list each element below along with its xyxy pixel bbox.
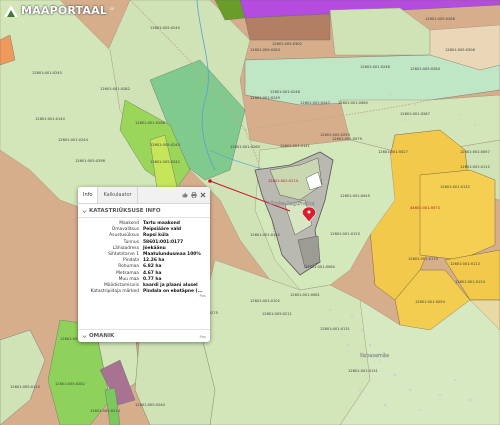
popup-tools [182,187,210,203]
parcel-label: 12601:001:0060 [305,265,336,269]
parcel-label: 12601:001:0287 [400,112,430,116]
parcel-label: 12601:001:0282 [100,87,130,91]
parcel-label: 12601:005:0243 [150,143,180,147]
popup-tabs: Info Kalkulaator [78,187,210,204]
parcel-label: 12601:005:0240 [135,403,166,407]
parcel-label: 12601:005:0284 [410,67,441,71]
parcel-info-popup: Info Kalkulaator KATASTRIÜKSUSE INFO Maa… [78,187,210,342]
parcel-label: 12601:005:0214 [90,409,121,413]
parcel-label: 12601:005:0302 [272,42,302,46]
parcel-label: 12601:001:0244 [58,138,89,142]
parcel-label: 12601:001:0248 [270,90,301,94]
parcel-label: 12601:001:0246 [360,65,391,69]
app-title: MAAPORTAAL [21,4,108,17]
parcel-label: 12601:001:0050 [415,300,446,304]
parcel-label: 12601:005:0298 [75,159,106,163]
parcel-label: 12601:001:0132 [440,185,470,189]
parcel-label: 12601:001:0124 [455,280,486,284]
chevron-down-icon [82,334,87,338]
parcel-label: 12601:001:0245 [32,71,62,75]
owner-section-title: OMANIK [89,333,115,339]
parcel-label: 12601:001:0027 [378,150,408,154]
parcel-label: 12601:001:0162 [250,233,280,237]
field-key: Katastripidaja märked [90,289,139,295]
parcel-label: 12601:001:0081 [290,293,320,297]
parcel-label: 12601:001:0249 [250,96,281,100]
thumbs-up-icon[interactable] [182,192,188,198]
parcel-label: 12601:001:0131 [320,327,350,331]
parcel-label: 12601:001:0141 [280,144,310,148]
parcel-label: 12601:001:0112 [460,165,490,169]
print-icon[interactable] [191,192,197,198]
parcel-label: 12601:005:0242 [150,160,180,164]
parcel-label: 12601:005:0211 [262,312,292,316]
cadastral-map[interactable]: Värske-Augumetsa Kebasemäe 44601:001:007… [0,0,500,425]
parcel-label: 12601:005:0306 [445,48,476,52]
parcel-label-highlight-2: 12601:001:0174 [268,179,299,183]
parcel-label: 12601:005:0282 [55,382,85,386]
section-header-omanik[interactable]: OMANIK Pos [78,329,210,339]
parcel-label: 12601:001:0247 [300,101,330,105]
owner-page-label: Pos [199,333,206,339]
parcel-label: 12601:001:0170 [408,257,439,261]
parcel-label-highlight-1: 44601:001:0073 [410,206,440,210]
field-row: Katastripidaja märked Pindala on ebatäpne… [82,289,206,294]
parcel-label: 12601:001:0288 [135,121,166,125]
tab-info[interactable]: Info [78,187,99,203]
parcel-label: 12601:001:0057 [460,150,490,154]
parcel-label: 12601:001:0079 [332,137,363,141]
maaportaal-logo[interactable]: MAAPORTAAL EE [4,4,114,17]
parcel-label: 12601:005:0240 [150,26,181,30]
place-name-varske: Värske-Augumetsa [268,201,315,207]
parcel-label: 12601:001:0080 [338,101,369,105]
logo-mark-icon [4,4,18,17]
close-icon[interactable] [200,192,206,198]
tab-kalkulaator[interactable]: Kalkulaator [98,187,138,203]
parcel-label: 12601:001:0140 [35,117,66,121]
parcel-label: 12601:001:0260 [230,145,261,149]
chevron-down-icon [82,209,87,213]
place-name-kebasemae: Kebasemäe [360,353,389,359]
parcel-label: 12601:001:0045 [340,194,370,198]
parcel-label: 12601:005:0110 [10,385,41,389]
parcel-label: 12601:005:0283 [250,48,280,52]
parcel-label: 12601:005:0286 [425,17,456,21]
parcel-label: 12601:001:0131 [348,369,378,373]
parcel-label: 12601:001:0102 [250,299,280,303]
parcel-fields: Maakond Tartu maakond Omavalitsus Peipsiää… [78,218,210,294]
section-header-katastriyksus[interactable]: KATASTRIÜKSUSE INFO [78,204,210,218]
parcel-label: 12601:001:0125 [330,232,360,236]
app-title-suffix: EE [110,6,115,11]
field-value: Pindala on ebatäpne (... [143,289,203,295]
section-title: KATASTRIÜKSUSE INFO [89,208,161,214]
parcel-label: 12601:001:0113 [450,262,480,266]
